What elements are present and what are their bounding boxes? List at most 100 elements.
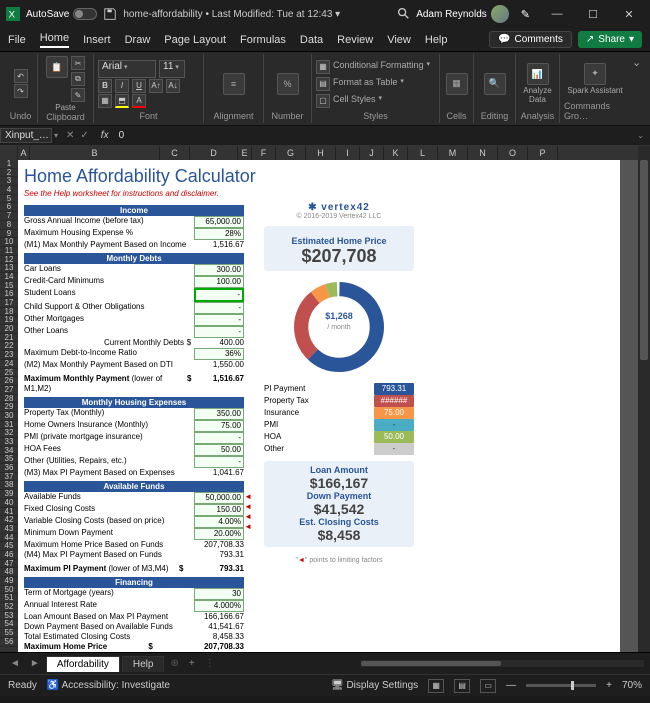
zoom-out-button[interactable]: — xyxy=(506,680,516,691)
analyze-data-icon[interactable]: 📊 xyxy=(527,63,549,85)
status-bar: Ready ♿ Accessibility: Investigate 🖥 Dis… xyxy=(0,674,650,696)
horizontal-scrollbar[interactable] xyxy=(361,660,644,667)
cancel-formula-icon[interactable]: ✕ xyxy=(66,130,74,141)
section-housing: Monthly Housing Expenses xyxy=(24,397,244,408)
cut-icon[interactable]: ✂ xyxy=(71,56,85,70)
group-clipboard: 📋 ✂⧉✎ Paste Clipboard xyxy=(38,54,94,123)
menu-bar: File Home Insert Draw Page Layout Formul… xyxy=(0,28,650,52)
conditional-formatting-button[interactable]: ▦ Conditional Formatting ▾ xyxy=(316,60,430,74)
page-title: Home Affordability Calculator xyxy=(24,166,610,187)
zoom-level[interactable]: 70% xyxy=(622,680,642,691)
zoom-slider[interactable] xyxy=(526,684,596,687)
copy-icon[interactable]: ⧉ xyxy=(71,72,85,86)
italic-button[interactable]: I xyxy=(115,79,129,93)
section-income: Income xyxy=(24,205,244,216)
menu-draw[interactable]: Draw xyxy=(125,34,151,46)
number-format-icon[interactable]: % xyxy=(277,73,299,95)
estimated-price: $207,708 xyxy=(268,246,410,267)
group-analysis: 📊Analyze Data Analysis xyxy=(516,54,560,123)
menu-data[interactable]: Data xyxy=(300,34,323,46)
new-sheet-button[interactable]: + xyxy=(185,658,199,669)
title-bar: X AutoSave home-affordability • Last Mod… xyxy=(0,0,650,28)
format-painter-icon[interactable]: ✎ xyxy=(71,88,85,102)
file-name[interactable]: home-affordability • Last Modified: Tue … xyxy=(123,9,340,20)
editing-icon[interactable]: 🔍 xyxy=(484,73,506,95)
page-layout-view-icon[interactable]: ▤ xyxy=(454,679,470,693)
formula-input[interactable]: 0 xyxy=(115,130,632,141)
group-cells: ▦ Cells xyxy=(440,54,474,123)
vertex42-logo: ✱ vertex42 xyxy=(264,202,414,213)
tab-help[interactable]: Help xyxy=(122,656,165,672)
paste-icon[interactable]: 📋 xyxy=(46,56,68,78)
copyright: © 2016-2019 Vertex42 LLC xyxy=(264,213,414,220)
maximize-button[interactable]: ☐ xyxy=(578,8,608,21)
undo-icon[interactable]: ↶ xyxy=(14,69,28,83)
save-icon[interactable] xyxy=(103,7,117,21)
border-icon[interactable]: ▦ xyxy=(98,94,112,108)
font-color-icon[interactable]: A xyxy=(132,94,146,108)
section-funds: Available Funds xyxy=(24,481,244,492)
menu-insert[interactable]: Insert xyxy=(83,34,111,46)
cell-styles-button[interactable]: ▢ Cell Styles ▾ xyxy=(316,94,382,108)
column-headers[interactable]: A B C D E F G H I J K L M N O P xyxy=(0,146,638,160)
share-button[interactable]: ↗ Share ▾ xyxy=(578,31,642,48)
autosave-toggle[interactable]: AutoSave xyxy=(26,8,97,20)
formula-bar: Xinput_…▾ ✕✓ fx 0 ⌄ xyxy=(0,126,650,146)
worksheet[interactable]: A B C D E F G H I J K L M N O P 12345678… xyxy=(0,146,650,652)
group-styles: ▦ Conditional Formatting ▾ ▤ Format as T… xyxy=(312,54,440,123)
accessibility-status[interactable]: ♿ Accessibility: Investigate xyxy=(47,680,170,691)
menu-review[interactable]: Review xyxy=(337,34,373,46)
vertical-scrollbar[interactable] xyxy=(638,146,650,652)
status-ready: Ready xyxy=(8,680,37,691)
format-as-table-button[interactable]: ▤ Format as Table ▾ xyxy=(316,77,404,91)
alignment-icon[interactable]: ≡ xyxy=(223,73,245,95)
donut-chart: $1,268/ month xyxy=(289,277,389,377)
menu-formulas[interactable]: Formulas xyxy=(240,34,286,46)
bold-button[interactable]: B xyxy=(98,79,112,93)
display-settings[interactable]: 🖥 Display Settings xyxy=(331,680,418,691)
spark-icon[interactable]: ✦ xyxy=(584,63,606,85)
search-icon[interactable] xyxy=(396,6,410,23)
normal-view-icon[interactable]: ▦ xyxy=(428,679,444,693)
tab-nav-prev[interactable]: ◄ xyxy=(6,658,24,669)
section-debts: Monthly Debts xyxy=(24,253,244,264)
underline-button[interactable]: U xyxy=(132,79,146,93)
group-number: % Number xyxy=(264,54,312,123)
menu-home[interactable]: Home xyxy=(40,32,69,48)
redo-icon[interactable]: ↷ xyxy=(14,84,28,98)
fx-icon[interactable]: fx xyxy=(95,130,115,141)
ribbon-collapse-icon[interactable]: ⌄ xyxy=(630,54,643,71)
tab-nav-next[interactable]: ► xyxy=(26,658,44,669)
fill-color-icon[interactable]: ⬒ xyxy=(115,94,129,108)
row-headers[interactable]: 1234567891011121314151617181920212223242… xyxy=(0,160,18,652)
excel-icon: X xyxy=(6,7,20,21)
section-financing: Financing xyxy=(24,577,244,588)
name-box[interactable]: Xinput_… xyxy=(0,128,52,143)
close-button[interactable]: ✕ xyxy=(614,8,644,21)
limiting-factors-note: "◄" points to limiting factors xyxy=(264,557,414,564)
user-account[interactable]: Adam Reynolds xyxy=(416,5,509,23)
font-name-select[interactable]: Arial xyxy=(98,60,156,78)
sheet-tab-bar: ◄ ► Affordability Help ⊕ + ⋮ xyxy=(0,652,650,674)
brush-icon[interactable]: ✎ xyxy=(515,8,536,21)
chart-legend: PI Payment793.31 Property Tax###### Insu… xyxy=(264,383,414,455)
menu-help[interactable]: Help xyxy=(425,34,448,46)
menu-file[interactable]: File xyxy=(8,34,26,46)
zoom-in-button[interactable]: + xyxy=(606,680,612,691)
minimize-button[interactable]: — xyxy=(542,8,572,20)
grow-font-icon[interactable]: A↑ xyxy=(149,79,163,93)
spreadsheet-content[interactable]: Home Affordability Calculator See the He… xyxy=(18,160,620,652)
cells-icon[interactable]: ▦ xyxy=(446,73,468,95)
page-break-view-icon[interactable]: ▭ xyxy=(480,679,496,693)
font-size-select[interactable]: 11 xyxy=(159,60,185,78)
menu-view[interactable]: View xyxy=(387,34,411,46)
group-font: Arial11 BIUA↑A↓ ▦⬒A Font xyxy=(94,54,204,123)
shrink-font-icon[interactable]: A↓ xyxy=(166,79,180,93)
enter-formula-icon[interactable]: ✓ xyxy=(80,130,88,141)
svg-text:X: X xyxy=(9,10,16,21)
menu-page-layout[interactable]: Page Layout xyxy=(164,34,226,46)
toggle-off-icon[interactable] xyxy=(73,8,97,20)
tab-affordability[interactable]: Affordability xyxy=(46,656,120,672)
expand-formula-icon[interactable]: ⌄ xyxy=(631,131,650,140)
comments-button[interactable]: 💬 Comments xyxy=(489,31,572,48)
